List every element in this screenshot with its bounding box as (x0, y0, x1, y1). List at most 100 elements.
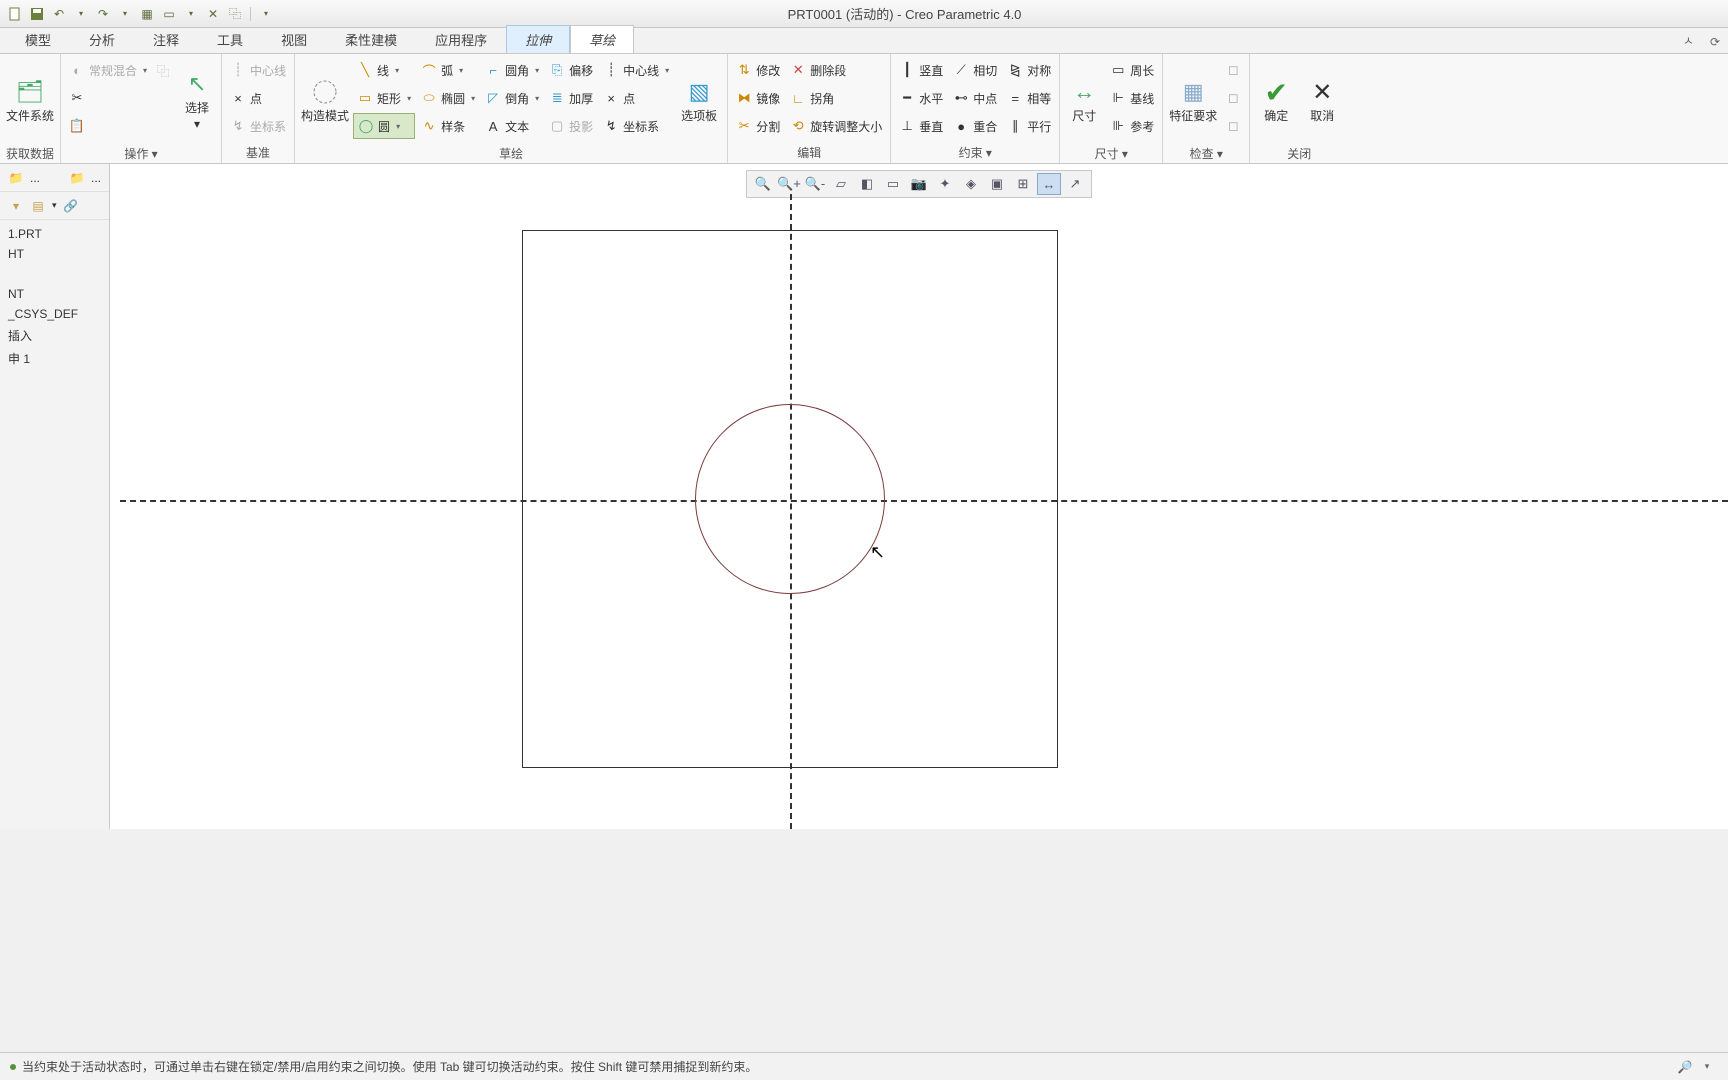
btn-thicken[interactable]: ≣加厚 (545, 85, 597, 111)
perspective-icon[interactable]: ▣ (985, 173, 1009, 195)
btn-fillet[interactable]: ⌐圆角▾ (481, 57, 543, 83)
btn-csys[interactable]: ↯坐标系 (226, 113, 290, 139)
btn-rotate-resize[interactable]: ⟲旋转调整大小 (786, 113, 886, 139)
ribbon-collapse-icon[interactable]: ㅅ (1675, 28, 1702, 53)
nav-row-1[interactable]: 📁... 📁... (0, 164, 109, 192)
tree-item-csys[interactable]: _CSYS_DEF (4, 304, 105, 324)
btn-corner[interactable]: ∟拐角 (786, 85, 886, 111)
tree-item-prt[interactable]: 1.PRT (4, 224, 105, 244)
btn-point[interactable]: ×点 (226, 85, 290, 111)
group-dimension: ↔ 尺寸 ▭周长 ⊩基线 ⊪参考 尺寸 ▾ (1060, 54, 1163, 163)
shade-icon[interactable]: ◧ (855, 173, 879, 195)
btn-delete-seg[interactable]: ✕删除段 (786, 57, 886, 83)
btn-inspect-2[interactable]: ◻ (1221, 85, 1245, 111)
btn-arc[interactable]: ⌒弧▾ (417, 57, 479, 83)
tab-apps[interactable]: 应用程序 (416, 25, 506, 53)
btn-horizontal[interactable]: ━水平 (895, 85, 947, 111)
copy-icon[interactable]: ⿻ (226, 5, 244, 23)
redo-dd-icon[interactable]: ▾ (116, 5, 134, 23)
sketch-circle[interactable] (695, 404, 885, 594)
btn-reference[interactable]: ⊪参考 (1106, 113, 1158, 139)
btn-construction-mode[interactable]: 构造模式 (299, 57, 351, 143)
btn-mirror[interactable]: ⧓镜像 (732, 85, 784, 111)
display-style-icon[interactable]: ✦ (933, 173, 957, 195)
sketch-view-icon[interactable]: ⊞ (1011, 173, 1035, 195)
btn-equal[interactable]: =相等 (1003, 85, 1055, 111)
tab-sketch[interactable]: 草绘 (570, 25, 634, 53)
btn-paste[interactable]: 📋 (65, 113, 175, 139)
btn-circle[interactable]: ◯圆▾ (353, 113, 415, 139)
tree-item-ext1[interactable]: 申 1 (4, 347, 105, 370)
constraint-display-icon[interactable]: ↗ (1063, 173, 1087, 195)
btn-project[interactable]: ▢投影 (545, 113, 597, 139)
close-win-icon[interactable]: ✕ (204, 5, 222, 23)
window-dd-icon[interactable]: ▾ (182, 5, 200, 23)
btn-centerline2[interactable]: ┊中心线▾ (599, 57, 673, 83)
undo-icon[interactable]: ↶ (50, 5, 68, 23)
btn-inspect-1[interactable]: ◻ (1221, 57, 1245, 83)
btn-modify[interactable]: ⇅修改 (732, 57, 784, 83)
btn-filesystem[interactable]: 🗂 文件系统 (4, 57, 56, 143)
tab-view[interactable]: 视图 (262, 25, 326, 53)
nav-row-2[interactable]: ▾ ▤▾ 🔗 (0, 192, 109, 220)
btn-offset[interactable]: ⎘偏移 (545, 57, 597, 83)
tab-extrude[interactable]: 拉伸 (506, 25, 570, 53)
tree-item-nt[interactable]: NT (4, 284, 105, 304)
btn-cut[interactable]: ✂ (65, 85, 175, 111)
zoom-in-icon[interactable]: 🔍+ (777, 173, 801, 195)
save-icon[interactable] (28, 5, 46, 23)
btn-text[interactable]: A文本 (481, 113, 543, 139)
find-icon[interactable]: 🔎 (1674, 1058, 1696, 1076)
tab-flex[interactable]: 柔性建模 (326, 25, 416, 53)
datum-display-icon[interactable]: ◈ (959, 173, 983, 195)
tree-item-insert[interactable]: 插入 (4, 324, 105, 347)
btn-chamfer[interactable]: ◸倒角▾ (481, 85, 543, 111)
camera-icon[interactable]: 📷 (907, 173, 931, 195)
spline-icon: ∿ (421, 118, 437, 134)
repaint-icon[interactable]: ▱ (829, 173, 853, 195)
btn-spline[interactable]: ∿样条 (417, 113, 479, 139)
btn-blend[interactable]: ◐常规混合▾⿻ (65, 57, 175, 83)
zoom-fit-icon[interactable]: 🔍 (751, 173, 775, 195)
undo-dd-icon[interactable]: ▾ (72, 5, 90, 23)
btn-rect[interactable]: ▭矩形▾ (353, 85, 415, 111)
window-icon[interactable]: ▭ (160, 5, 178, 23)
saved-views-icon[interactable]: ▭ (881, 173, 905, 195)
btn-centerline[interactable]: ┊中心线 (226, 57, 290, 83)
status-dd-icon[interactable]: ▾ (1696, 1058, 1718, 1076)
regen-icon[interactable]: ▦ (138, 5, 156, 23)
btn-line[interactable]: ╲线▾ (353, 57, 415, 83)
btn-cancel[interactable]: ✕ 取消 (1300, 57, 1344, 143)
btn-coincident[interactable]: ●重合 (949, 113, 1001, 139)
btn-vertical[interactable]: ┃竖直 (895, 57, 947, 83)
btn-perimeter[interactable]: ▭周长 (1106, 57, 1158, 83)
btn-divide[interactable]: ✂分割 (732, 113, 784, 139)
btn-ellipse[interactable]: ⬭椭圆▾ (417, 85, 479, 111)
tree-item-ht[interactable]: HT (4, 244, 105, 264)
btn-perpendicular[interactable]: ⊥垂直 (895, 113, 947, 139)
tab-annotate[interactable]: 注释 (134, 25, 198, 53)
btn-select[interactable]: ↖ 选择 ▾ (177, 57, 217, 143)
btn-inspect-3[interactable]: ◻ (1221, 113, 1245, 139)
btn-dimension[interactable]: ↔ 尺寸 (1064, 57, 1104, 143)
btn-symmetric[interactable]: ⧎对称 (1003, 57, 1055, 83)
tab-analyze[interactable]: 分析 (70, 25, 134, 53)
btn-baseline[interactable]: ⊩基线 (1106, 85, 1158, 111)
btn-palette[interactable]: ▧ 选项板 (675, 57, 723, 143)
tab-model[interactable]: 模型 (6, 25, 70, 53)
new-file-icon[interactable] (6, 5, 24, 23)
ribbon-help-icon[interactable]: ⟳ (1702, 31, 1728, 53)
btn-csys2[interactable]: ↯坐标系 (599, 113, 673, 139)
tab-tools[interactable]: 工具 (198, 25, 262, 53)
redo-icon[interactable]: ↷ (94, 5, 112, 23)
btn-feature-req[interactable]: ▦ 特征要求 (1167, 57, 1219, 143)
qat-customize-icon[interactable]: ▾ (257, 5, 275, 23)
btn-midpoint[interactable]: ⊷中点 (949, 85, 1001, 111)
graphics-canvas[interactable]: 🔍 🔍+ 🔍- ▱ ◧ ▭ 📷 ✦ ◈ ▣ ⊞ ↔ ↗ ↖ (110, 164, 1728, 829)
btn-tangent[interactable]: ⟋相切 (949, 57, 1001, 83)
dim-display-icon[interactable]: ↔ (1037, 173, 1061, 195)
btn-ok[interactable]: ✔ 确定 (1254, 57, 1298, 143)
btn-parallel[interactable]: ∥平行 (1003, 113, 1055, 139)
btn-point2[interactable]: ×点 (599, 85, 673, 111)
zoom-out-icon[interactable]: 🔍- (803, 173, 827, 195)
